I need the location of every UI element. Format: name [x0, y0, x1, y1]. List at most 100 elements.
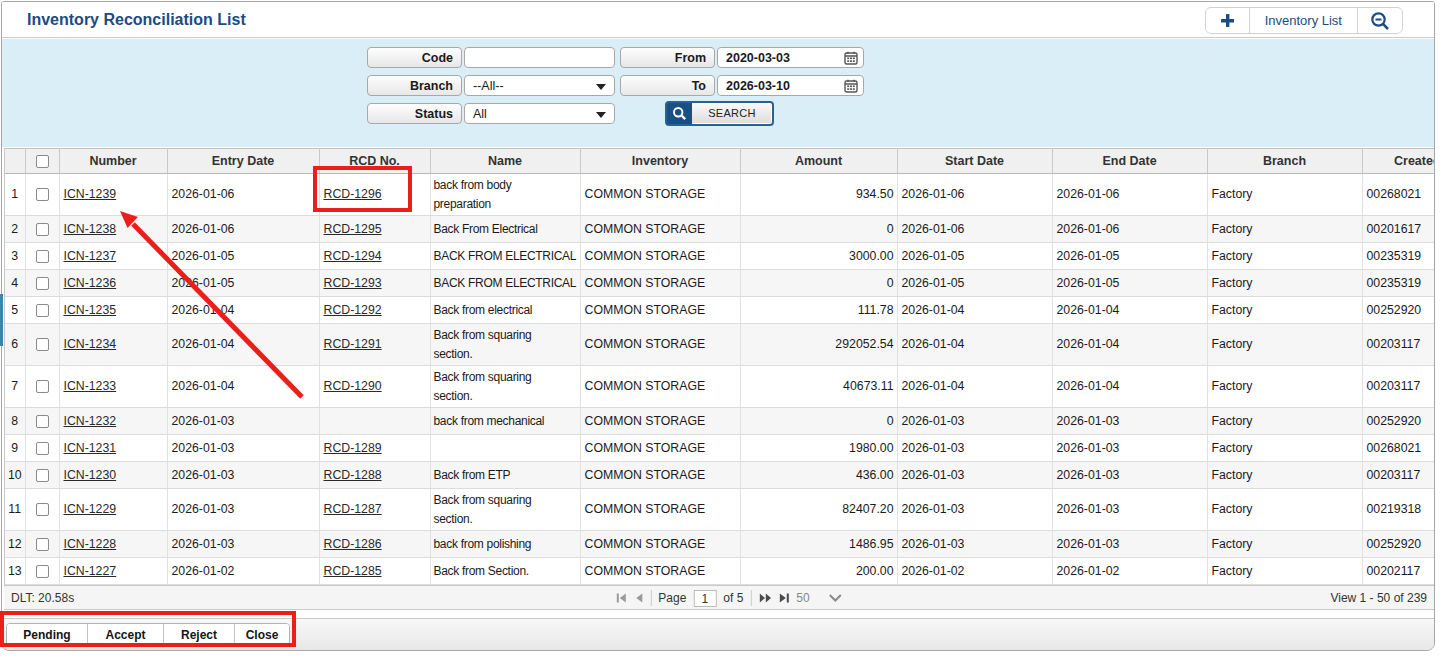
- rcd-link[interactable]: RCD-1294: [324, 249, 382, 263]
- row-number-cell: 10: [5, 462, 25, 489]
- column-header[interactable]: Amount: [740, 149, 897, 174]
- branch-cell: Factory: [1207, 366, 1362, 408]
- start-date-cell: 2026-01-04: [897, 297, 1052, 324]
- name-cell: Back from squaring section.: [430, 489, 580, 531]
- column-header[interactable]: Start Date: [897, 149, 1052, 174]
- rcd-link[interactable]: RCD-1285: [324, 564, 382, 578]
- column-header[interactable]: Number: [59, 149, 167, 174]
- search-button[interactable]: SEARCH: [665, 101, 774, 126]
- row-number-cell: 12: [5, 531, 25, 558]
- rcd-link[interactable]: RCD-1288: [324, 468, 382, 482]
- icn-link[interactable]: ICN-1237: [64, 249, 117, 263]
- row-checkbox[interactable]: [36, 469, 49, 482]
- icn-link[interactable]: ICN-1235: [64, 303, 117, 317]
- inventory-list-button[interactable]: Inventory List: [1250, 8, 1358, 33]
- table-row: 11ICN-12292026-01-03RCD-1287Back from sq…: [5, 489, 1435, 531]
- number-cell: ICN-1231: [59, 435, 167, 462]
- end-date-cell: 2026-01-03: [1052, 531, 1207, 558]
- entry-date-cell: 2026-01-05: [167, 243, 319, 270]
- rcd-cell: RCD-1292: [319, 297, 430, 324]
- column-header[interactable]: End Date: [1052, 149, 1207, 174]
- code-input[interactable]: [464, 47, 615, 68]
- filter-bar: Code From 2020-03-03 Branch --All-- To 2…: [2, 39, 1434, 147]
- rcd-link[interactable]: RCD-1292: [324, 303, 382, 317]
- row-select-cell: [25, 435, 59, 462]
- column-header[interactable]: Inventory: [580, 149, 740, 174]
- row-checkbox[interactable]: [36, 338, 49, 351]
- to-date-input[interactable]: 2026-03-10: [717, 75, 864, 96]
- row-checkbox[interactable]: [36, 538, 49, 551]
- icn-link[interactable]: ICN-1234: [64, 337, 117, 351]
- amount-cell: 292052.54: [740, 324, 897, 366]
- icn-link[interactable]: ICN-1236: [64, 276, 117, 290]
- page-size-value[interactable]: 50: [796, 591, 809, 605]
- rcd-link[interactable]: RCD-1290: [324, 379, 382, 393]
- amount-cell: 1980.00: [740, 435, 897, 462]
- rcd-link[interactable]: RCD-1295: [324, 222, 382, 236]
- branch-select[interactable]: --All--: [464, 75, 615, 96]
- zoom-out-button[interactable]: [1358, 8, 1402, 33]
- table-row: 8ICN-12322026-01-03back from mechanicalC…: [5, 408, 1435, 435]
- icn-link[interactable]: ICN-1238: [64, 222, 117, 236]
- column-header[interactable]: Created By: [1362, 149, 1435, 174]
- next-page-button[interactable]: [758, 593, 771, 603]
- number-cell: ICN-1235: [59, 297, 167, 324]
- icn-link[interactable]: ICN-1232: [64, 414, 117, 428]
- column-header[interactable]: Name: [430, 149, 580, 174]
- entry-date-cell: 2026-01-03: [167, 531, 319, 558]
- table-row: 6ICN-12342026-01-04RCD-1291Back from squ…: [5, 324, 1435, 366]
- plus-icon: [1220, 13, 1235, 28]
- reconciliation-table: NumberEntry DateRCD No.NameInventoryAmou…: [4, 148, 1435, 585]
- table-row: 13ICN-12272026-01-02RCD-1285Back from Se…: [5, 558, 1435, 585]
- column-header[interactable]: Entry Date: [167, 149, 319, 174]
- page-input[interactable]: 1: [693, 590, 716, 607]
- row-checkbox[interactable]: [36, 565, 49, 578]
- calendar-icon[interactable]: [844, 79, 858, 93]
- rcd-link[interactable]: RCD-1291: [324, 337, 382, 351]
- row-checkbox[interactable]: [36, 188, 49, 201]
- rcd-cell: RCD-1288: [319, 462, 430, 489]
- icn-link[interactable]: ICN-1230: [64, 468, 117, 482]
- row-checkbox[interactable]: [36, 415, 49, 428]
- row-checkbox[interactable]: [36, 223, 49, 236]
- select-all-header: [25, 149, 59, 174]
- search-icon: [667, 103, 692, 124]
- icn-link[interactable]: ICN-1233: [64, 379, 117, 393]
- prev-page-button[interactable]: [633, 593, 643, 603]
- icn-link[interactable]: ICN-1231: [64, 441, 117, 455]
- row-checkbox[interactable]: [36, 380, 49, 393]
- inventory-cell: COMMON STORAGE: [580, 531, 740, 558]
- end-date-cell: 2026-01-06: [1052, 216, 1207, 243]
- number-cell: ICN-1233: [59, 366, 167, 408]
- select-all-checkbox[interactable]: [36, 155, 49, 168]
- page-size-chevron-icon[interactable]: [829, 594, 842, 602]
- icn-link[interactable]: ICN-1239: [64, 187, 117, 201]
- icn-link[interactable]: ICN-1228: [64, 537, 117, 551]
- rcd-link[interactable]: RCD-1289: [324, 441, 382, 455]
- add-button[interactable]: [1206, 8, 1250, 33]
- branch-cell: Factory: [1207, 408, 1362, 435]
- column-header[interactable]: Branch: [1207, 149, 1362, 174]
- annotation-rectangle-rcd: [313, 166, 412, 212]
- rcd-link[interactable]: RCD-1293: [324, 276, 382, 290]
- name-cell: Back from squaring section.: [430, 366, 580, 408]
- row-select-cell: [25, 324, 59, 366]
- amount-cell: 436.00: [740, 462, 897, 489]
- row-checkbox[interactable]: [36, 304, 49, 317]
- rcd-link[interactable]: RCD-1286: [324, 537, 382, 551]
- status-select[interactable]: All: [464, 103, 615, 124]
- icn-link[interactable]: ICN-1229: [64, 502, 117, 516]
- inventory-cell: COMMON STORAGE: [580, 174, 740, 216]
- row-checkbox[interactable]: [36, 503, 49, 516]
- row-checkbox[interactable]: [36, 250, 49, 263]
- rcd-link[interactable]: RCD-1287: [324, 502, 382, 516]
- start-date-cell: 2026-01-04: [897, 324, 1052, 366]
- row-checkbox[interactable]: [36, 277, 49, 290]
- icn-link[interactable]: ICN-1227: [64, 564, 117, 578]
- first-page-button[interactable]: [615, 593, 626, 603]
- calendar-icon[interactable]: [844, 51, 858, 65]
- last-page-button[interactable]: [778, 593, 789, 603]
- row-checkbox[interactable]: [36, 442, 49, 455]
- from-date-input[interactable]: 2020-03-03: [717, 47, 864, 68]
- table-row: 12ICN-12282026-01-03RCD-1286back from po…: [5, 531, 1435, 558]
